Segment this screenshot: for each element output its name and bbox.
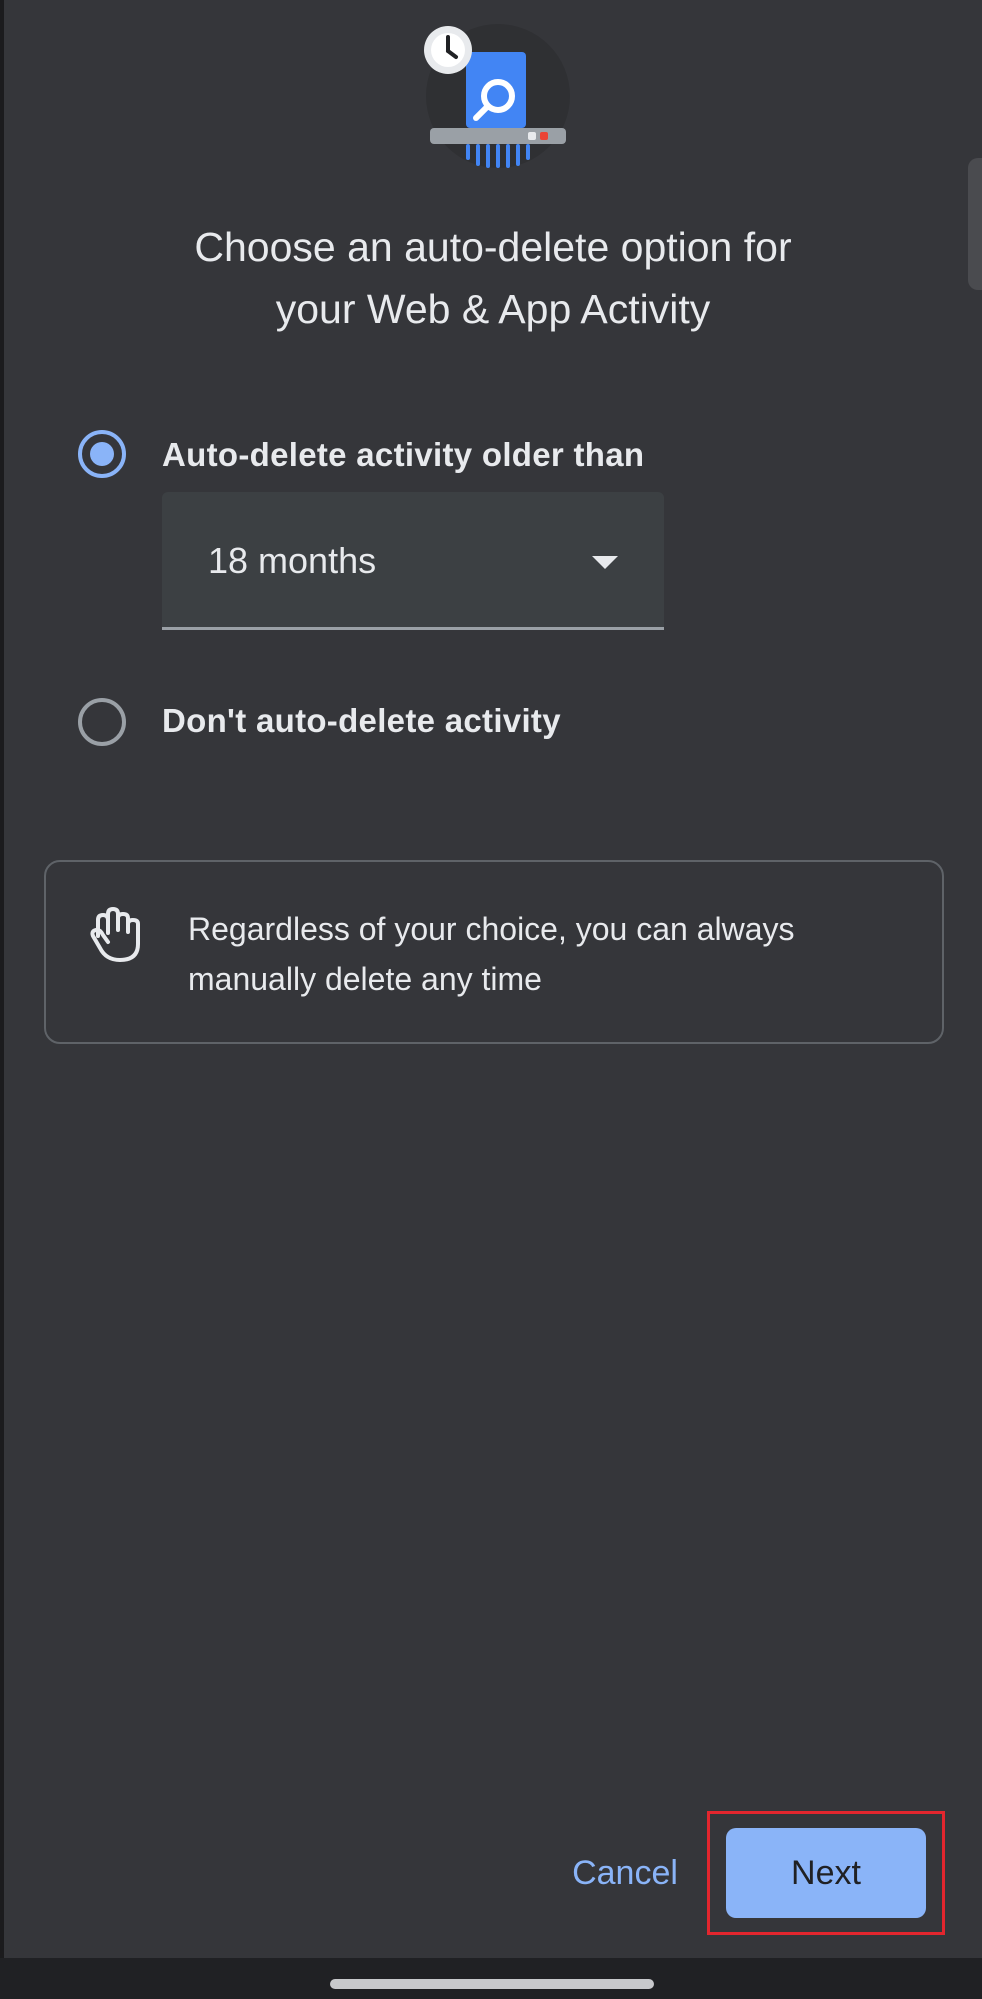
hand-gesture-icon [90, 907, 140, 962]
radio-dont-auto-delete[interactable] [78, 698, 126, 746]
info-card: Regardless of your choice, you can alway… [44, 860, 944, 1044]
system-navigation-bar [0, 1958, 982, 1999]
auto-delete-duration-dropdown[interactable]: 18 months [162, 492, 664, 630]
info-text: Regardless of your choice, you can alway… [188, 904, 888, 1004]
cancel-button[interactable]: Cancel [546, 1827, 704, 1919]
dialog-title: Choose an auto-delete option for your We… [4, 216, 982, 340]
caret-down-icon [592, 556, 618, 569]
info-text-line-1: Regardless of your choice, you can alway… [188, 911, 795, 947]
option-label-dont-auto-delete[interactable]: Don't auto-delete activity [162, 701, 561, 741]
dropdown-selected-value: 18 months [208, 540, 377, 581]
info-text-line-2: manually delete any time [188, 961, 542, 997]
radio-auto-delete[interactable] [78, 430, 126, 478]
clock-icon [424, 26, 472, 74]
dialog-title-line-2: your Web & App Activity [275, 286, 711, 332]
option-label-auto-delete[interactable]: Auto-delete activity older than [162, 435, 644, 475]
activity-shredder-icon [424, 24, 570, 168]
next-button[interactable]: Next [726, 1828, 926, 1918]
home-indicator[interactable] [330, 1979, 654, 1989]
auto-delete-dialog: Choose an auto-delete option for your We… [4, 0, 982, 1958]
dialog-title-line-1: Choose an auto-delete option for [194, 224, 792, 270]
